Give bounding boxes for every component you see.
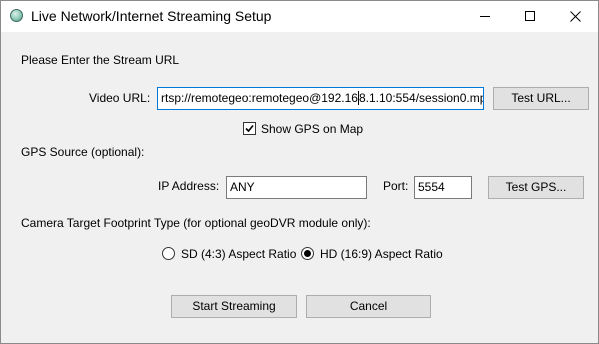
hd-aspect-label[interactable]: HD (16:9) Aspect Ratio — [320, 247, 443, 261]
checkmark-icon — [245, 124, 254, 133]
video-url-label: Video URL: — [89, 91, 151, 105]
globe-icon — [10, 9, 23, 22]
test-gps-button[interactable]: Test GPS... — [488, 176, 584, 199]
window-title: Live Network/Internet Streaming Setup — [31, 8, 272, 24]
hd-aspect-radio[interactable] — [301, 247, 314, 260]
show-gps-label[interactable]: Show GPS on Map — [261, 122, 363, 136]
radio-selected-dot — [304, 250, 311, 257]
gps-source-heading: GPS Source (optional): — [21, 145, 145, 159]
dialog-window: Live Network/Internet Streaming Setup Pl… — [0, 0, 599, 344]
sd-aspect-radio[interactable] — [162, 247, 175, 260]
start-streaming-button[interactable]: Start Streaming — [171, 295, 297, 318]
port-input[interactable]: 5554 — [414, 176, 472, 199]
video-url-text-after-caret: 8.1.10:554/session0.mp — [358, 91, 484, 105]
title-bar[interactable]: Live Network/Internet Streaming Setup — [1, 1, 598, 32]
ip-address-label: IP Address: — [158, 179, 220, 193]
video-url-input[interactable]: rtsp://remotegeo:remotegeo@192.168.1.10:… — [157, 87, 484, 110]
port-label: Port: — [383, 179, 409, 193]
maximize-icon — [525, 11, 535, 21]
stream-url-heading: Please Enter the Stream URL — [21, 53, 180, 67]
ip-address-input[interactable]: ANY — [226, 176, 367, 199]
footprint-heading: Camera Target Footprint Type (for option… — [21, 216, 371, 230]
close-icon — [570, 11, 581, 22]
maximize-button[interactable] — [508, 1, 553, 32]
show-gps-checkbox[interactable] — [243, 122, 256, 135]
minimize-icon — [480, 16, 490, 17]
close-button[interactable] — [553, 1, 598, 32]
minimize-button[interactable] — [463, 1, 508, 32]
cancel-button[interactable]: Cancel — [306, 295, 431, 318]
test-url-button[interactable]: Test URL... — [493, 87, 589, 110]
video-url-text-before-caret: rtsp://remotegeo:remotegeo@192.16 — [161, 91, 358, 105]
sd-aspect-label[interactable]: SD (4:3) Aspect Ratio — [181, 247, 296, 261]
